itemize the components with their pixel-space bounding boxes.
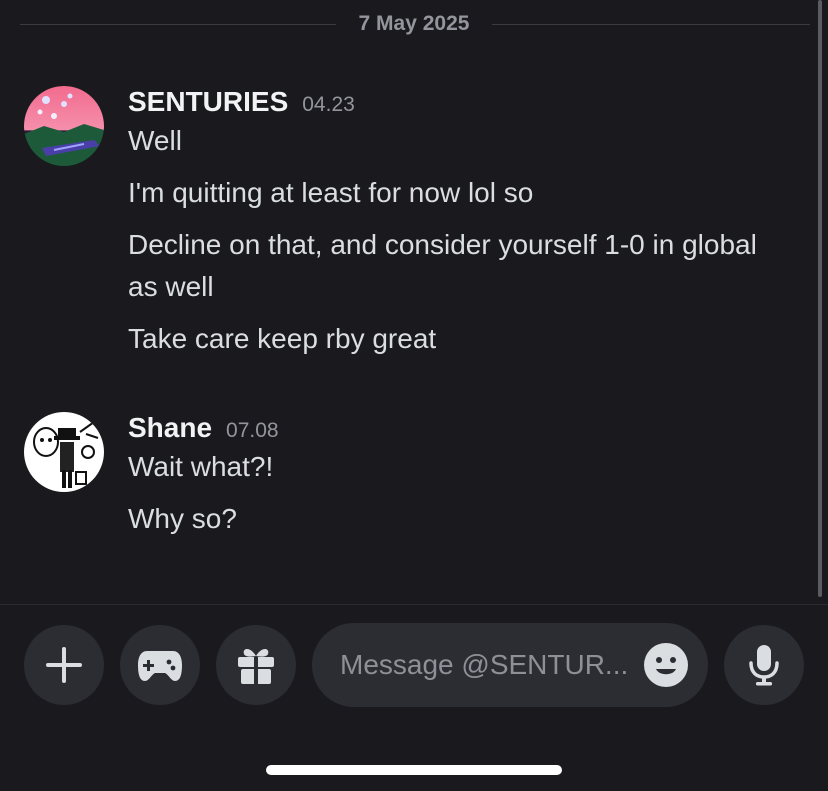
message-content: SENTURIES 04.23 Well I'm quitting at leas… xyxy=(128,86,788,360)
avatar[interactable] xyxy=(24,412,104,492)
message-header: SENTURIES 04.23 xyxy=(128,86,788,118)
gamepad-icon xyxy=(138,651,182,681)
add-attachment-button[interactable] xyxy=(24,625,104,705)
message-header: Shane 07.08 xyxy=(128,412,788,444)
microphone-icon xyxy=(749,645,779,686)
scrollbar[interactable] xyxy=(818,0,822,597)
plus-icon xyxy=(46,647,82,683)
message-content: Shane 07.08 Wait what?! Why so? xyxy=(128,412,788,540)
message-text[interactable]: Wait what?! xyxy=(128,446,788,488)
divider-line xyxy=(20,24,336,25)
emoji-icon[interactable] xyxy=(644,643,688,687)
author-name[interactable]: SENTURIES xyxy=(128,86,288,117)
message-text[interactable]: Why so? xyxy=(128,498,788,540)
voice-message-button[interactable] xyxy=(724,625,804,705)
avatar-shane-image xyxy=(24,412,104,492)
timestamp: 04.23 xyxy=(302,93,355,116)
chat-log: 7 May 2025 SENTURIES 04.23 Well I'm quit… xyxy=(0,0,828,604)
gift-button[interactable] xyxy=(216,625,296,705)
date-divider: 7 May 2025 xyxy=(20,12,810,35)
activities-button[interactable] xyxy=(120,625,200,705)
timestamp: 07.08 xyxy=(226,419,279,442)
message-text[interactable]: Well xyxy=(128,120,788,162)
avatar-senturies-image xyxy=(24,86,104,166)
message-text[interactable]: I'm quitting at least for now lol so xyxy=(128,172,788,214)
message-composer: Message @SENTUR... xyxy=(0,604,828,791)
message-input[interactable]: Message @SENTUR... xyxy=(312,623,708,707)
message-text[interactable]: Decline on that, and consider yourself 1… xyxy=(128,224,788,308)
message-input-placeholder: Message @SENTUR... xyxy=(340,649,629,680)
divider-line xyxy=(492,24,810,25)
home-indicator[interactable] xyxy=(266,765,562,775)
date-divider-label: 7 May 2025 xyxy=(358,12,470,35)
gift-icon xyxy=(238,649,274,684)
avatar[interactable] xyxy=(24,86,104,166)
author-name[interactable]: Shane xyxy=(128,412,212,443)
message-text[interactable]: Take care keep rby great xyxy=(128,318,788,360)
